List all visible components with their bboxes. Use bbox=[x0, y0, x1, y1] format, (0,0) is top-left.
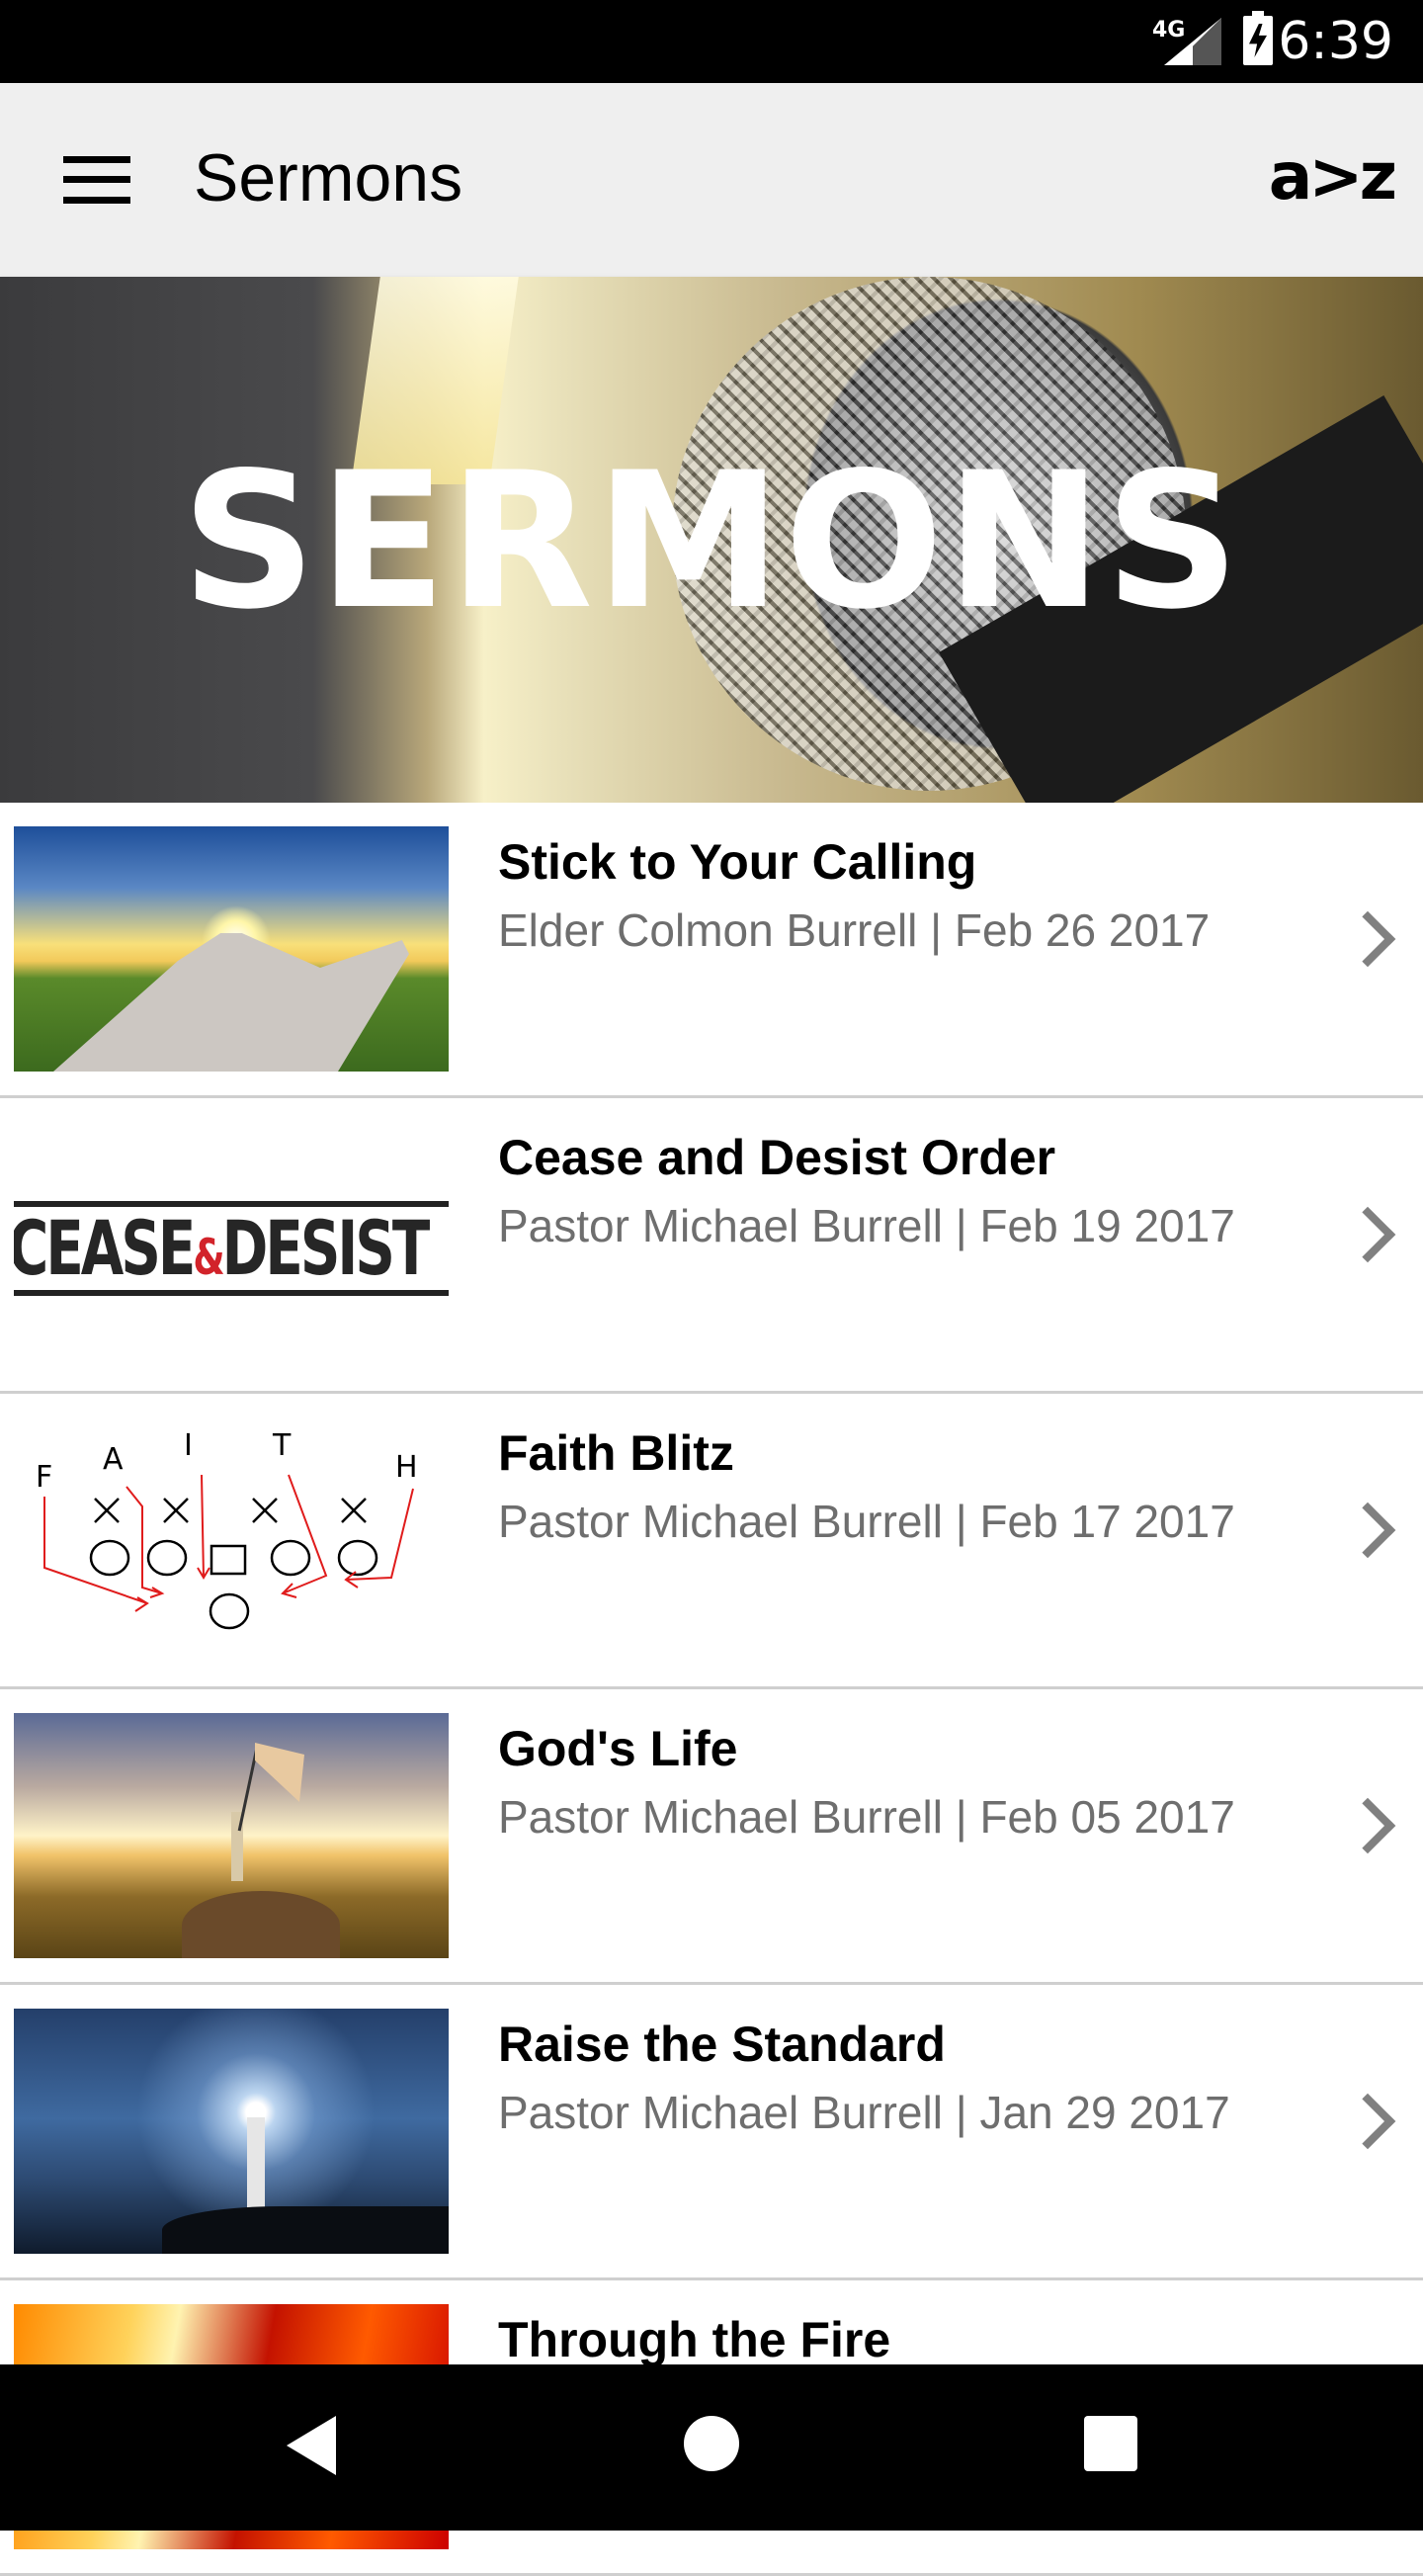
sermon-speaker-date: Pastor Michael Burrell | Jan 29 2017 bbox=[498, 2087, 1230, 2138]
sermon-title: Raise the Standard bbox=[498, 2017, 946, 2072]
thumb-word-desist: DESIST bbox=[221, 1204, 431, 1292]
hero-banner: SERMONS bbox=[0, 277, 1423, 803]
center-square bbox=[209, 1544, 247, 1576]
sermon-thumbnail: CEASE&DESIST bbox=[14, 1122, 449, 1367]
sermon-thumbnail: F A I T H bbox=[14, 1417, 449, 1663]
sermon-speaker-date: Pastor Michael Burrell | Feb 17 2017 bbox=[498, 1496, 1235, 1547]
sermon-thumbnail bbox=[14, 2009, 449, 2254]
sermon-speaker-date: Pastor Michael Burrell | Feb 19 2017 bbox=[498, 1200, 1235, 1251]
defender-x bbox=[163, 1498, 189, 1523]
back-icon[interactable] bbox=[287, 2416, 336, 2475]
thumb-ampersand: & bbox=[193, 1229, 224, 1286]
player-o bbox=[337, 1539, 378, 1577]
chevron-right-icon bbox=[1339, 910, 1396, 968]
thumb-text: CEASE&DESIST bbox=[14, 1209, 430, 1297]
sermon-speaker-date: Elder Colmon Burrell | Feb 26 2017 bbox=[498, 904, 1211, 956]
hero-title: SERMONS bbox=[181, 432, 1242, 650]
sermon-row[interactable]: Raise the Standard Pastor Michael Burrel… bbox=[0, 1985, 1423, 2280]
sermon-list: Stick to Your Calling Elder Colmon Burre… bbox=[0, 803, 1423, 2576]
sermon-title: Faith Blitz bbox=[498, 1425, 734, 1481]
letter-t: T bbox=[272, 1428, 292, 1463]
hamburger-menu-icon[interactable] bbox=[63, 156, 130, 204]
cliff bbox=[162, 2206, 449, 2254]
page-title: Sermons bbox=[194, 140, 463, 215]
sort-az-button[interactable]: a>z bbox=[1269, 144, 1397, 210]
route-arrow bbox=[344, 1488, 414, 1589]
chevron-right-icon bbox=[1339, 2093, 1396, 2150]
sermon-title: God's Life bbox=[498, 1721, 738, 1776]
letter-f: F bbox=[36, 1460, 52, 1495]
defender-x bbox=[94, 1498, 120, 1523]
thumb-bar-bottom bbox=[14, 1290, 449, 1296]
thumb-word-cease: CEASE bbox=[14, 1204, 196, 1292]
sermon-title: Through the Fire bbox=[498, 2312, 891, 2367]
app-toolbar: Sermons a>z bbox=[0, 83, 1423, 277]
sermon-thumbnail bbox=[14, 1713, 449, 1958]
defender-x bbox=[252, 1498, 278, 1523]
sermon-row[interactable]: God's Life Pastor Michael Burrell | Feb … bbox=[0, 1689, 1423, 1985]
player-o bbox=[89, 1539, 130, 1577]
chevron-right-icon bbox=[1339, 1797, 1396, 1854]
route-arrow bbox=[126, 1486, 165, 1598]
flag bbox=[255, 1743, 304, 1802]
route-arrow bbox=[197, 1474, 210, 1580]
home-icon[interactable] bbox=[684, 2416, 739, 2471]
sermon-title: Stick to Your Calling bbox=[498, 834, 977, 890]
recents-icon[interactable] bbox=[1084, 2416, 1137, 2471]
sermon-row[interactable]: F A I T H Faith Blitz Pastor Michael Bur… bbox=[0, 1394, 1423, 1689]
sermon-title: Cease and Desist Order bbox=[498, 1130, 1056, 1185]
route-arrow bbox=[43, 1497, 149, 1612]
letter-i: I bbox=[184, 1428, 193, 1463]
status-bar: 4G 6:39 bbox=[0, 0, 1423, 83]
chevron-right-icon bbox=[1339, 1206, 1396, 1263]
player-o bbox=[146, 1539, 188, 1577]
chevron-right-icon bbox=[1339, 1502, 1396, 1559]
system-nav-bar bbox=[0, 2364, 1423, 2531]
player-o bbox=[270, 1539, 311, 1577]
route-arrow bbox=[281, 1474, 328, 1598]
letter-a: A bbox=[103, 1442, 124, 1477]
rock bbox=[182, 1891, 340, 1958]
sermon-row[interactable]: CEASE&DESIST Cease and Desist Order Past… bbox=[0, 1098, 1423, 1394]
player-o bbox=[209, 1592, 250, 1630]
road bbox=[53, 933, 409, 1072]
letter-h: H bbox=[395, 1450, 418, 1485]
sermon-row[interactable]: Stick to Your Calling Elder Colmon Burre… bbox=[0, 803, 1423, 1098]
defender-x bbox=[341, 1498, 367, 1523]
sermon-thumbnail bbox=[14, 826, 449, 1072]
play-diagram: F A I T H bbox=[36, 1428, 418, 1630]
clock: 6:39 bbox=[1278, 12, 1393, 71]
sermon-speaker-date: Pastor Michael Burrell | Feb 05 2017 bbox=[498, 1791, 1235, 1843]
